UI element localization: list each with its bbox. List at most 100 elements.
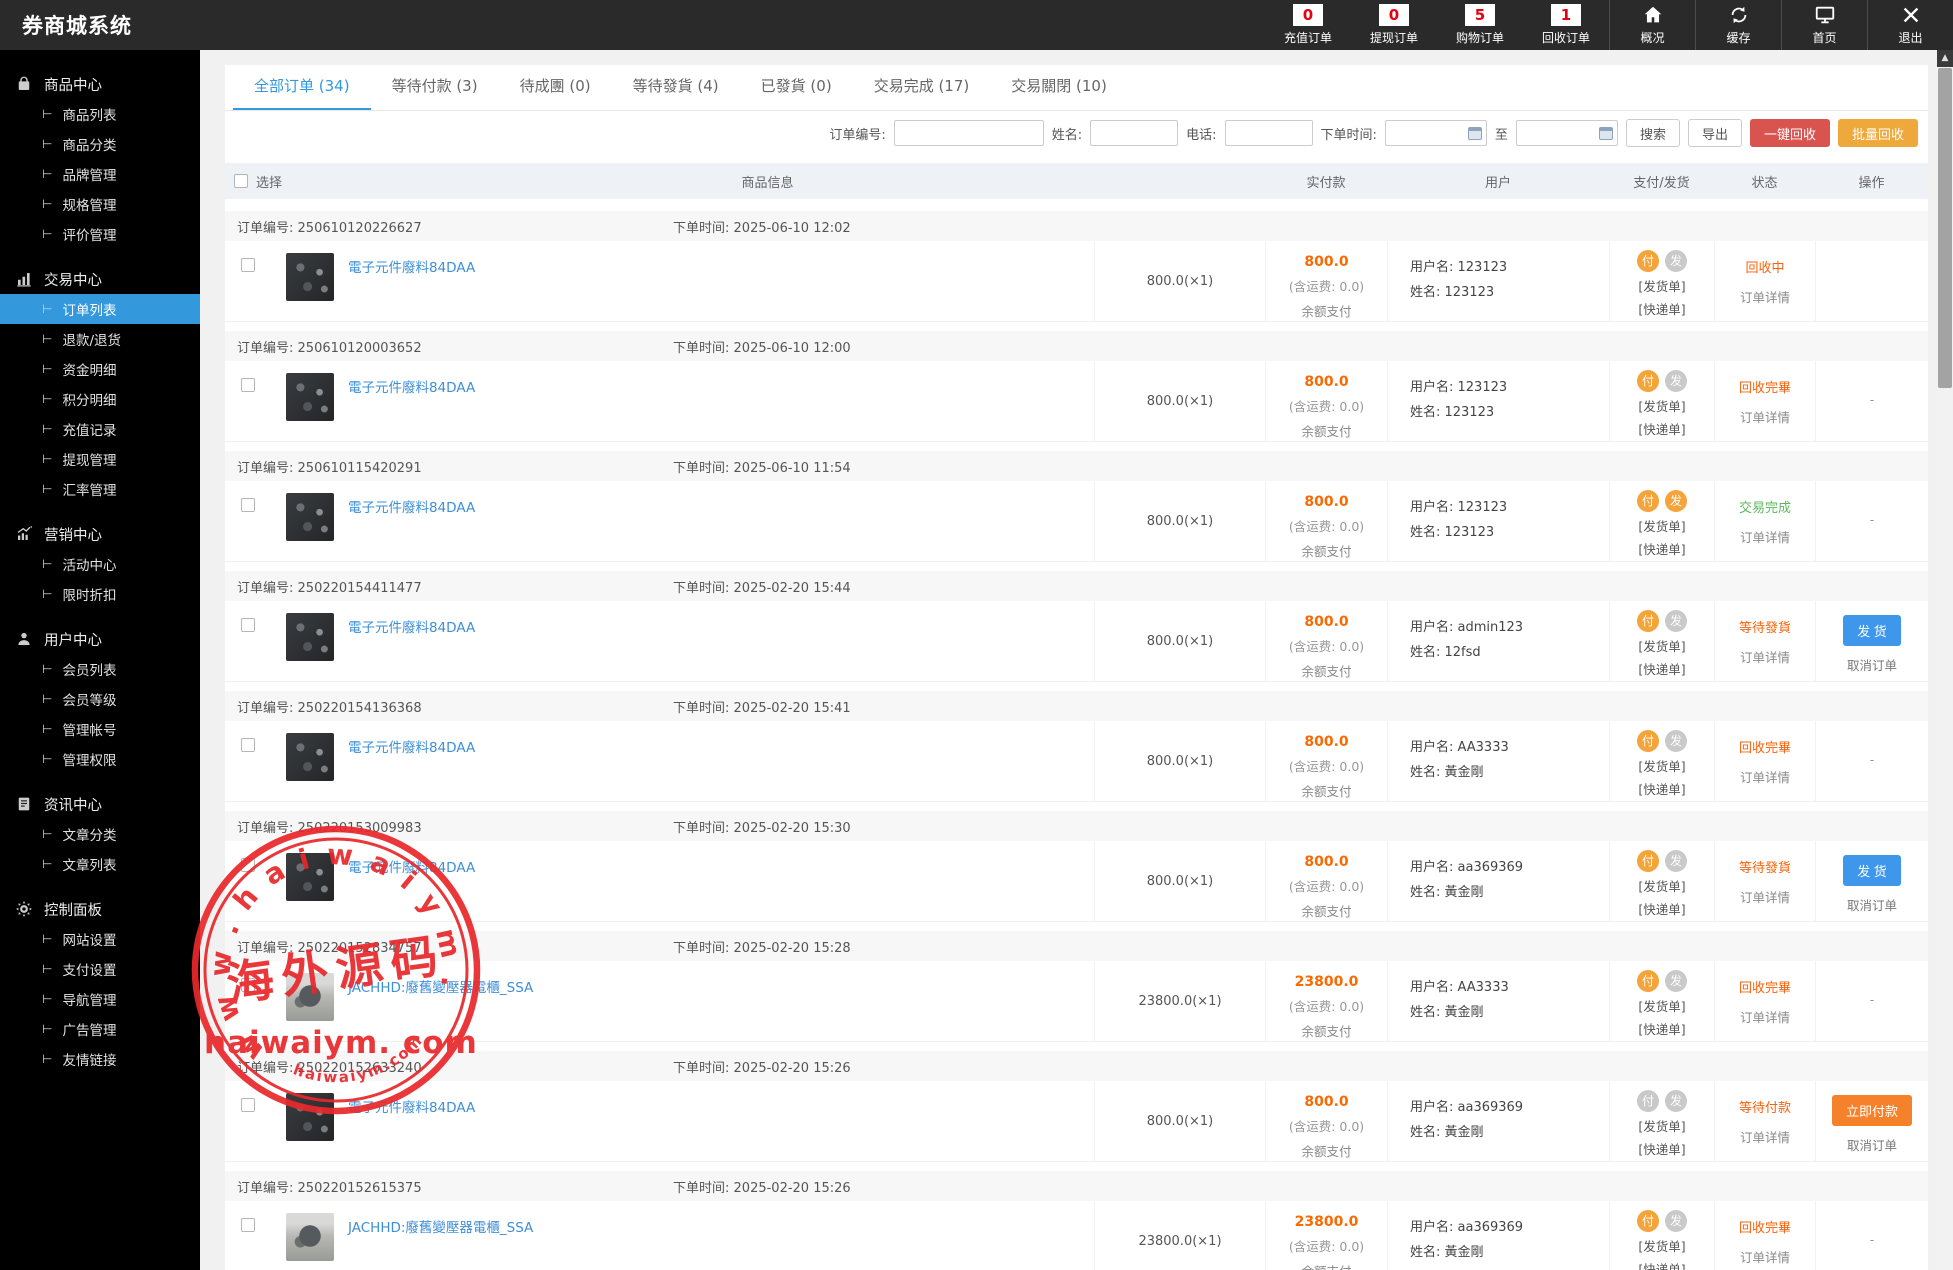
sidebar-item[interactable]: ⊢ 会员等级 bbox=[0, 684, 200, 714]
order-tab[interactable]: 交易關閉 (10) bbox=[990, 65, 1128, 110]
sidebar-item[interactable]: ⊢ 会员列表 bbox=[0, 654, 200, 684]
product-link[interactable]: 電子元件廢料84DAA bbox=[348, 496, 475, 561]
scroll-up-arrow-icon[interactable]: ▲ bbox=[1937, 50, 1953, 67]
sidebar-section-header[interactable]: 资讯中心 bbox=[0, 789, 200, 819]
sidebar-item[interactable]: ⊢ 活动中心 bbox=[0, 549, 200, 579]
sidebar-section-header[interactable]: 用户中心 bbox=[0, 624, 200, 654]
ship-doc-link[interactable]: [发货单] bbox=[1610, 396, 1714, 415]
express-doc-link[interactable]: [快递单] bbox=[1610, 539, 1714, 558]
batch-recycle-button[interactable]: 批量回收 bbox=[1838, 119, 1918, 147]
sidebar-item[interactable]: ⊢ 商品列表 bbox=[0, 99, 200, 129]
sidebar-item[interactable]: ⊢ 网站设置 bbox=[0, 924, 200, 954]
sidebar-section-header[interactable]: 交易中心 bbox=[0, 264, 200, 294]
order-no-input[interactable] bbox=[894, 120, 1044, 146]
ship-doc-link[interactable]: [发货单] bbox=[1610, 276, 1714, 295]
sidebar-item[interactable]: ⊢ 管理帐号 bbox=[0, 714, 200, 744]
order-detail-link[interactable]: 订单详情 bbox=[1715, 287, 1815, 306]
scrollbar-thumb[interactable] bbox=[1938, 68, 1952, 388]
order-action[interactable]: 发 货 bbox=[1843, 855, 1901, 886]
ship-doc-link[interactable]: [发货单] bbox=[1610, 876, 1714, 895]
badge-recycle-orders[interactable]: 1 回收订单 bbox=[1523, 0, 1609, 50]
order-tab[interactable]: 已發貨 (0) bbox=[740, 65, 853, 110]
product-link[interactable]: 電子元件廢料84DAA bbox=[348, 1096, 475, 1161]
order-action[interactable]: 发 货 bbox=[1843, 615, 1901, 646]
order-tab[interactable]: 交易完成 (17) bbox=[853, 65, 991, 110]
express-doc-link[interactable]: [快递单] bbox=[1610, 419, 1714, 438]
sidebar-item[interactable]: ⊢ 汇率管理 bbox=[0, 474, 200, 504]
badge-shopping-orders[interactable]: 5 购物订单 bbox=[1437, 0, 1523, 50]
badge-recharge-orders[interactable]: 0 充值订单 bbox=[1265, 0, 1351, 50]
sidebar-item[interactable]: ⊢ 文章分类 bbox=[0, 819, 200, 849]
sidebar-item[interactable]: ⊢ 文章列表 bbox=[0, 849, 200, 879]
ship-doc-link[interactable]: [发货单] bbox=[1610, 1116, 1714, 1135]
order-tab[interactable]: 待成團 (0) bbox=[499, 65, 612, 110]
nav-logout[interactable]: 退出 bbox=[1867, 0, 1953, 50]
order-detail-link[interactable]: 订单详情 bbox=[1715, 407, 1815, 426]
order-detail-link[interactable]: 订单详情 bbox=[1715, 1127, 1815, 1146]
row-checkbox[interactable] bbox=[241, 378, 255, 392]
sidebar-section-header[interactable]: 商品中心 bbox=[0, 69, 200, 99]
order-action[interactable]: 取消订单 bbox=[1847, 655, 1897, 674]
sidebar-item[interactable]: ⊢ 积分明细 bbox=[0, 384, 200, 414]
order-detail-link[interactable]: 订单详情 bbox=[1715, 887, 1815, 906]
row-checkbox[interactable] bbox=[241, 1218, 255, 1232]
product-link[interactable]: 電子元件廢料84DAA bbox=[348, 736, 475, 801]
nav-homepage[interactable]: 首页 bbox=[1781, 0, 1867, 50]
name-input[interactable] bbox=[1090, 120, 1178, 146]
row-checkbox[interactable] bbox=[241, 738, 255, 752]
sidebar-section-header[interactable]: 营销中心 bbox=[0, 519, 200, 549]
express-doc-link[interactable]: [快递单] bbox=[1610, 299, 1714, 318]
sidebar-item[interactable]: ⊢ 导航管理 bbox=[0, 984, 200, 1014]
sidebar-item[interactable]: ⊢ 管理权限 bbox=[0, 744, 200, 774]
order-action[interactable]: 立即付款 bbox=[1832, 1095, 1912, 1126]
ship-doc-link[interactable]: [发货单] bbox=[1610, 636, 1714, 655]
order-detail-link[interactable]: 订单详情 bbox=[1715, 1247, 1815, 1266]
sidebar-item[interactable]: ⊢ 商品分类 bbox=[0, 129, 200, 159]
row-checkbox[interactable] bbox=[241, 1098, 255, 1112]
nav-cache[interactable]: 缓存 bbox=[1695, 0, 1781, 50]
express-doc-link[interactable]: [快递单] bbox=[1610, 899, 1714, 918]
ship-doc-link[interactable]: [发货单] bbox=[1610, 1236, 1714, 1255]
order-action[interactable]: 取消订单 bbox=[1847, 895, 1897, 914]
row-checkbox[interactable] bbox=[241, 618, 255, 632]
order-detail-link[interactable]: 订单详情 bbox=[1715, 527, 1815, 546]
order-detail-link[interactable]: 订单详情 bbox=[1715, 767, 1815, 786]
search-button[interactable]: 搜索 bbox=[1626, 119, 1680, 147]
product-link[interactable]: 電子元件廢料84DAA bbox=[348, 616, 475, 681]
ship-doc-link[interactable]: [发货单] bbox=[1610, 756, 1714, 775]
sidebar-item[interactable]: ⊢ 友情链接 bbox=[0, 1044, 200, 1074]
sidebar-item[interactable]: ⊢ 限时折扣 bbox=[0, 579, 200, 609]
order-action[interactable]: 取消订单 bbox=[1847, 1135, 1897, 1154]
product-link[interactable]: 電子元件廢料84DAA bbox=[348, 376, 475, 441]
sidebar-item[interactable]: ⊢ 评价管理 bbox=[0, 219, 200, 249]
order-detail-link[interactable]: 订单详情 bbox=[1715, 647, 1815, 666]
order-tab[interactable]: 全部订单 (34) bbox=[233, 65, 371, 110]
calendar-icon[interactable] bbox=[1468, 127, 1482, 140]
row-checkbox[interactable] bbox=[241, 258, 255, 272]
sidebar-item[interactable]: ⊢ 订单列表 bbox=[0, 294, 200, 324]
one-key-recycle-button[interactable]: 一键回收 bbox=[1750, 119, 1830, 147]
vertical-scrollbar[interactable]: ▲ bbox=[1937, 50, 1953, 1270]
nav-overview[interactable]: 概况 bbox=[1609, 0, 1695, 50]
calendar-icon[interactable] bbox=[1599, 127, 1613, 140]
row-checkbox[interactable] bbox=[241, 498, 255, 512]
product-link[interactable]: JACHHD:廢舊變壓器電櫃_SSA bbox=[348, 1216, 533, 1270]
phone-input[interactable] bbox=[1225, 120, 1313, 146]
express-doc-link[interactable]: [快递单] bbox=[1610, 659, 1714, 678]
product-link[interactable]: 電子元件廢料84DAA bbox=[348, 256, 475, 321]
export-button[interactable]: 导出 bbox=[1688, 119, 1742, 147]
sidebar-item[interactable]: ⊢ 资金明细 bbox=[0, 354, 200, 384]
order-detail-link[interactable]: 订单详情 bbox=[1715, 1007, 1815, 1026]
express-doc-link[interactable]: [快递单] bbox=[1610, 779, 1714, 798]
sidebar-item[interactable]: ⊢ 品牌管理 bbox=[0, 159, 200, 189]
order-tab[interactable]: 等待付款 (3) bbox=[371, 65, 499, 110]
express-doc-link[interactable]: [快递单] bbox=[1610, 1139, 1714, 1158]
product-link[interactable]: 電子元件廢料84DAA bbox=[348, 856, 475, 921]
sidebar-item[interactable]: ⊢ 广告管理 bbox=[0, 1014, 200, 1044]
sidebar-item[interactable]: ⊢ 退款/退货 bbox=[0, 324, 200, 354]
sidebar-item[interactable]: ⊢ 支付设置 bbox=[0, 954, 200, 984]
order-tab[interactable]: 等待發貨 (4) bbox=[612, 65, 740, 110]
sidebar-section-header[interactable]: 控制面板 bbox=[0, 894, 200, 924]
badge-withdraw-orders[interactable]: 0 提现订单 bbox=[1351, 0, 1437, 50]
sidebar-item[interactable]: ⊢ 规格管理 bbox=[0, 189, 200, 219]
